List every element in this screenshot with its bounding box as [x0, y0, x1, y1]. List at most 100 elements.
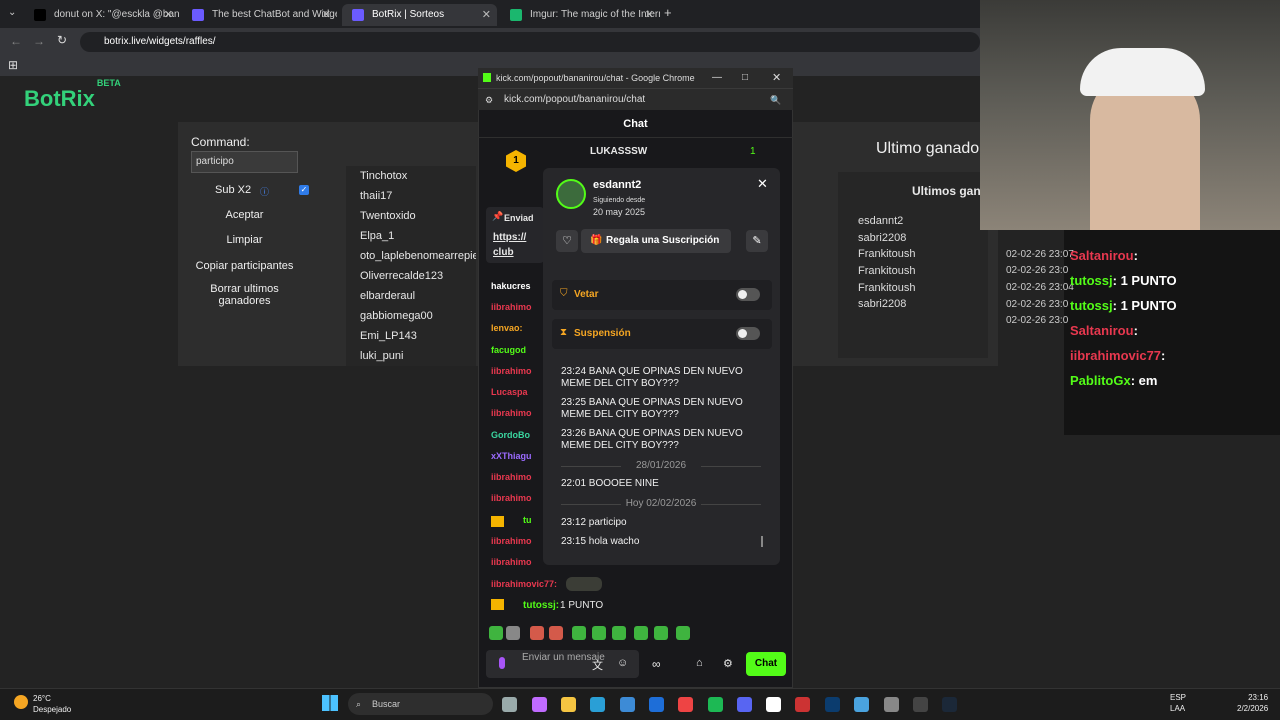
clock[interactable]: 23:16 2/2/2026: [1237, 692, 1268, 714]
clear-winners-button[interactable]: Borrar ultimos ganadores: [191, 283, 298, 307]
emote-icon[interactable]: [549, 626, 563, 640]
participant-item[interactable]: Emi_LP143: [346, 326, 476, 346]
participants-list[interactable]: Tinchotox thaii17 Twentoxido Elpa_1 oto_lapl…: [346, 166, 476, 366]
command-input[interactable]: participo: [191, 151, 298, 173]
zoom-icon[interactable]: 🔍: [770, 89, 781, 111]
chat-username[interactable]: iibrahimo: [491, 366, 532, 376]
close-tab-icon[interactable]: ✕: [164, 4, 173, 26]
participant-item[interactable]: gabbiomega00: [346, 306, 476, 326]
mod-tools-icon[interactable]: ✎: [746, 230, 768, 252]
file-explorer-icon[interactable]: [502, 697, 517, 712]
chat-username[interactable]: iibrahimo: [491, 536, 532, 546]
botrix-logo[interactable]: BotRixBETA: [24, 78, 121, 112]
tab-menu-icon[interactable]: ⌄: [8, 7, 16, 18]
mic-icon[interactable]: [499, 657, 505, 669]
emote-icon[interactable]: [592, 626, 606, 640]
emote-icon[interactable]: [489, 626, 503, 640]
chat-username[interactable]: iibrahimo: [491, 302, 532, 312]
chat-msg-user[interactable]: iibrahimovic77:: [491, 579, 557, 589]
translate-icon[interactable]: 文: [592, 657, 603, 673]
taskbar-search[interactable]: ⌕ Buscar: [348, 693, 493, 715]
participant-item[interactable]: Oliverrecalde123: [346, 266, 476, 286]
store-icon[interactable]: [620, 697, 635, 712]
timeout-toggle[interactable]: [736, 327, 760, 340]
steam-icon[interactable]: [942, 697, 957, 712]
emote-icon[interactable]: [530, 626, 544, 640]
obs-icon[interactable]: [913, 697, 928, 712]
chat-msg-user[interactable]: tutossj:: [523, 600, 559, 611]
chat-username[interactable]: iibrahimo: [491, 472, 532, 482]
accept-button[interactable]: Aceptar: [191, 209, 298, 221]
close-window-icon[interactable]: ✕: [772, 68, 781, 88]
close-tab-icon[interactable]: ✕: [645, 4, 654, 26]
app-icon[interactable]: [795, 697, 810, 712]
store-icon[interactable]: ⌂: [696, 657, 703, 669]
back-icon[interactable]: ←: [10, 34, 22, 48]
discord-icon[interactable]: [737, 697, 752, 712]
participant-item[interactable]: thaii17: [346, 186, 476, 206]
notepad-icon[interactable]: [854, 697, 869, 712]
chat-username[interactable]: hakucres: [491, 281, 531, 291]
chat-username[interactable]: tu: [523, 515, 532, 525]
emote-icon[interactable]: [572, 626, 586, 640]
clear-button[interactable]: Limpiar: [191, 234, 298, 246]
participant-item[interactable]: Twentoxido: [346, 206, 476, 226]
emote-icon[interactable]: [654, 626, 668, 640]
chat-username[interactable]: lenvao:: [491, 323, 523, 333]
weather-icon[interactable]: [14, 695, 28, 709]
folder-icon[interactable]: [561, 697, 576, 712]
reload-icon[interactable]: ↻: [57, 33, 67, 47]
ban-toggle[interactable]: [736, 288, 760, 301]
close-tab-icon[interactable]: ✕: [322, 4, 331, 26]
participant-item[interactable]: Tinchotox: [346, 166, 476, 186]
card-username[interactable]: esdannt2: [593, 179, 641, 191]
start-icon[interactable]: [322, 695, 338, 711]
weather-widget[interactable]: 26°C Despejado: [33, 693, 71, 715]
address-bar[interactable]: botrix.live/widgets/raffles/: [80, 32, 980, 52]
edge-icon[interactable]: [590, 697, 605, 712]
spotify-icon[interactable]: [708, 697, 723, 712]
infinity-icon[interactable]: ∞: [652, 657, 661, 671]
close-icon[interactable]: ✕: [757, 176, 768, 192]
pinned-link-2[interactable]: club: [493, 247, 514, 258]
chat-username[interactable]: iibrahimo: [491, 493, 532, 503]
chat-username[interactable]: iibrahimo: [491, 408, 532, 418]
browser-tab[interactable]: BotRix | Sorteos ✕: [342, 4, 497, 26]
photoshop-icon[interactable]: [825, 697, 840, 712]
settings-icon[interactable]: [884, 697, 899, 712]
emote-icon[interactable]: [506, 626, 520, 640]
browser-tab[interactable]: The best ChatBot and Widgets ✕: [182, 4, 337, 26]
browser-tab[interactable]: donut on X: "@esckla @banan ✕: [24, 4, 179, 26]
participant-item[interactable]: luki_puni: [346, 346, 476, 366]
pinned-message[interactable]: 📌 Enviad https:// club: [486, 207, 544, 263]
participant-item[interactable]: oto_laplebenomearrepiento: [346, 246, 476, 266]
outlook-icon[interactable]: [649, 697, 664, 712]
close-tab-icon[interactable]: ✕: [482, 4, 491, 26]
emoji-icon[interactable]: ☺: [617, 657, 628, 669]
send-chat-button[interactable]: Chat: [746, 652, 786, 676]
minimize-icon[interactable]: —: [712, 68, 722, 88]
heart-icon[interactable]: ♡: [556, 230, 578, 252]
settings-icon[interactable]: ⚙: [723, 657, 733, 670]
forward-icon[interactable]: →: [33, 34, 45, 48]
participant-item[interactable]: elbarderaul: [346, 286, 476, 306]
new-tab-icon[interactable]: +: [664, 5, 672, 20]
pinned-link[interactable]: https://: [493, 232, 526, 243]
chat-username[interactable]: Lucaspa: [491, 387, 528, 397]
capcut-icon[interactable]: [766, 697, 781, 712]
maximize-icon[interactable]: □: [742, 68, 748, 88]
emote-icon[interactable]: [612, 626, 626, 640]
copy-participants-button[interactable]: Copiar participantes: [191, 260, 298, 272]
browser-tab[interactable]: Imgur: The magic of the Interne ✕: [500, 4, 660, 26]
site-info-icon[interactable]: ⚙: [485, 89, 493, 111]
sub-x2-checkbox[interactable]: ✓: [299, 185, 309, 195]
chat-username[interactable]: facugod: [491, 345, 526, 355]
participant-item[interactable]: Elpa_1: [346, 226, 476, 246]
emote-icon[interactable]: [634, 626, 648, 640]
chat-username[interactable]: GordoBo: [491, 430, 530, 440]
copilot-icon[interactable]: [532, 697, 547, 712]
history-scrollbar[interactable]: [761, 536, 763, 547]
gift-sub-button[interactable]: 🎁 Regala una Suscripción: [581, 229, 731, 253]
language-indicator[interactable]: ESP LAA: [1170, 692, 1186, 714]
chat-username[interactable]: iibrahimo: [491, 557, 532, 567]
